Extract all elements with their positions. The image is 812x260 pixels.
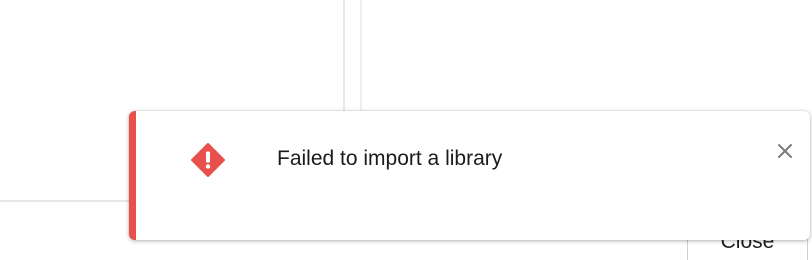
app-stage: Close Failed to import a library [0,0,812,260]
close-icon[interactable] [773,139,797,163]
toast-message: Failed to import a library [277,147,503,170]
error-toast: Failed to import a library [129,111,810,240]
error-diamond-icon [191,143,225,177]
panel-divider [360,0,362,120]
toast-accent-bar [129,111,136,240]
